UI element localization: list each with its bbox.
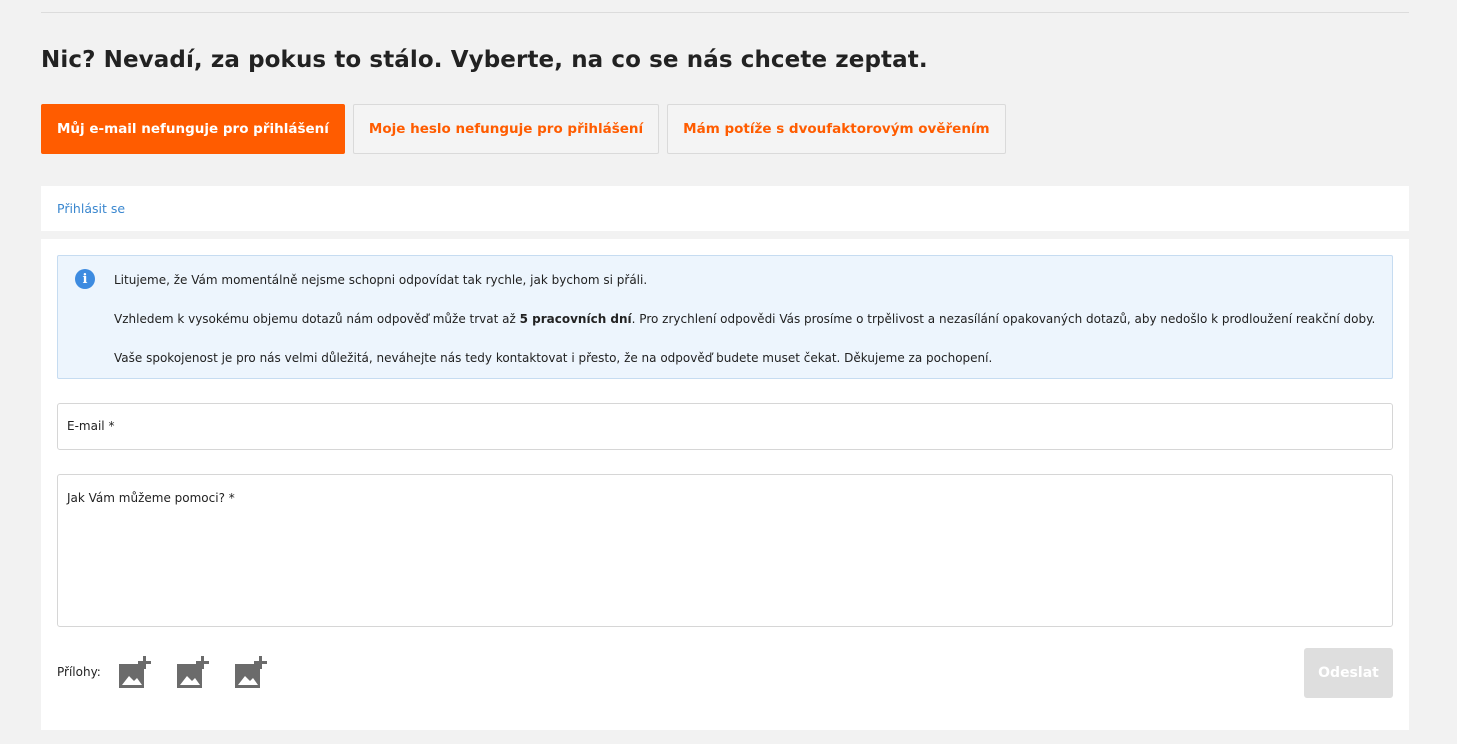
notice-line-2-bold: 5 pracovních dní (519, 312, 632, 326)
topic-tabs: Můj e-mail nefunguje pro přihlášení Moje… (41, 104, 1006, 154)
add-attachment-button-1[interactable] (117, 654, 153, 690)
message-label: Jak Vám můžeme pomoci? * (67, 491, 235, 505)
topic-tab-email[interactable]: Můj e-mail nefunguje pro přihlášení (41, 104, 345, 154)
notice-line-2-start: Vzhledem k vysokému objemu dotazů nám od… (114, 312, 520, 326)
info-icon: i (75, 269, 95, 289)
attachments-row: Přílohy: (57, 652, 291, 692)
add-image-icon (176, 656, 209, 688)
topic-tab-password[interactable]: Moje heslo nefunguje pro přihlášení (352, 104, 660, 154)
contact-form: i Litujeme, že Vám momentálně nejsme sch… (41, 239, 1409, 730)
add-image-icon (234, 656, 267, 688)
notice-text: Litujeme, že Vám momentálně nejsme schop… (114, 272, 1375, 366)
login-link[interactable]: Přihlásit se (57, 201, 125, 216)
message-textarea[interactable]: Jak Vám můžeme pomoci? * (57, 474, 1393, 627)
notice-line-1: Litujeme, že Vám momentálně nejsme schop… (114, 273, 648, 287)
notice-line-2-end: . Pro zrychlení odpovědi Vás prosíme o t… (631, 312, 1376, 326)
notice-line-2: Vzhledem k vysokému objemu dotazů nám od… (114, 311, 1375, 327)
email-label: E-mail * (67, 419, 115, 433)
login-bar: Přihlásit se (41, 186, 1409, 231)
notice-line-3: Vaše spokojenost je pro nás velmi důleži… (114, 351, 993, 365)
add-attachment-button-2[interactable] (175, 654, 211, 690)
attachments-label: Přílohy: (57, 665, 101, 679)
page-title: Nic? Nevadí, za pokus to stálo. Vyberte,… (41, 47, 928, 73)
topic-tab-two-factor[interactable]: Mám potíže s dvoufaktorovým ověřením (667, 104, 1006, 154)
info-notice: i Litujeme, že Vám momentálně nejsme sch… (57, 255, 1393, 379)
submit-button[interactable]: Odeslat (1304, 648, 1393, 698)
add-image-icon (118, 656, 151, 688)
top-divider (41, 12, 1409, 13)
email-field[interactable]: E-mail * (57, 403, 1393, 450)
add-attachment-button-3[interactable] (233, 654, 269, 690)
